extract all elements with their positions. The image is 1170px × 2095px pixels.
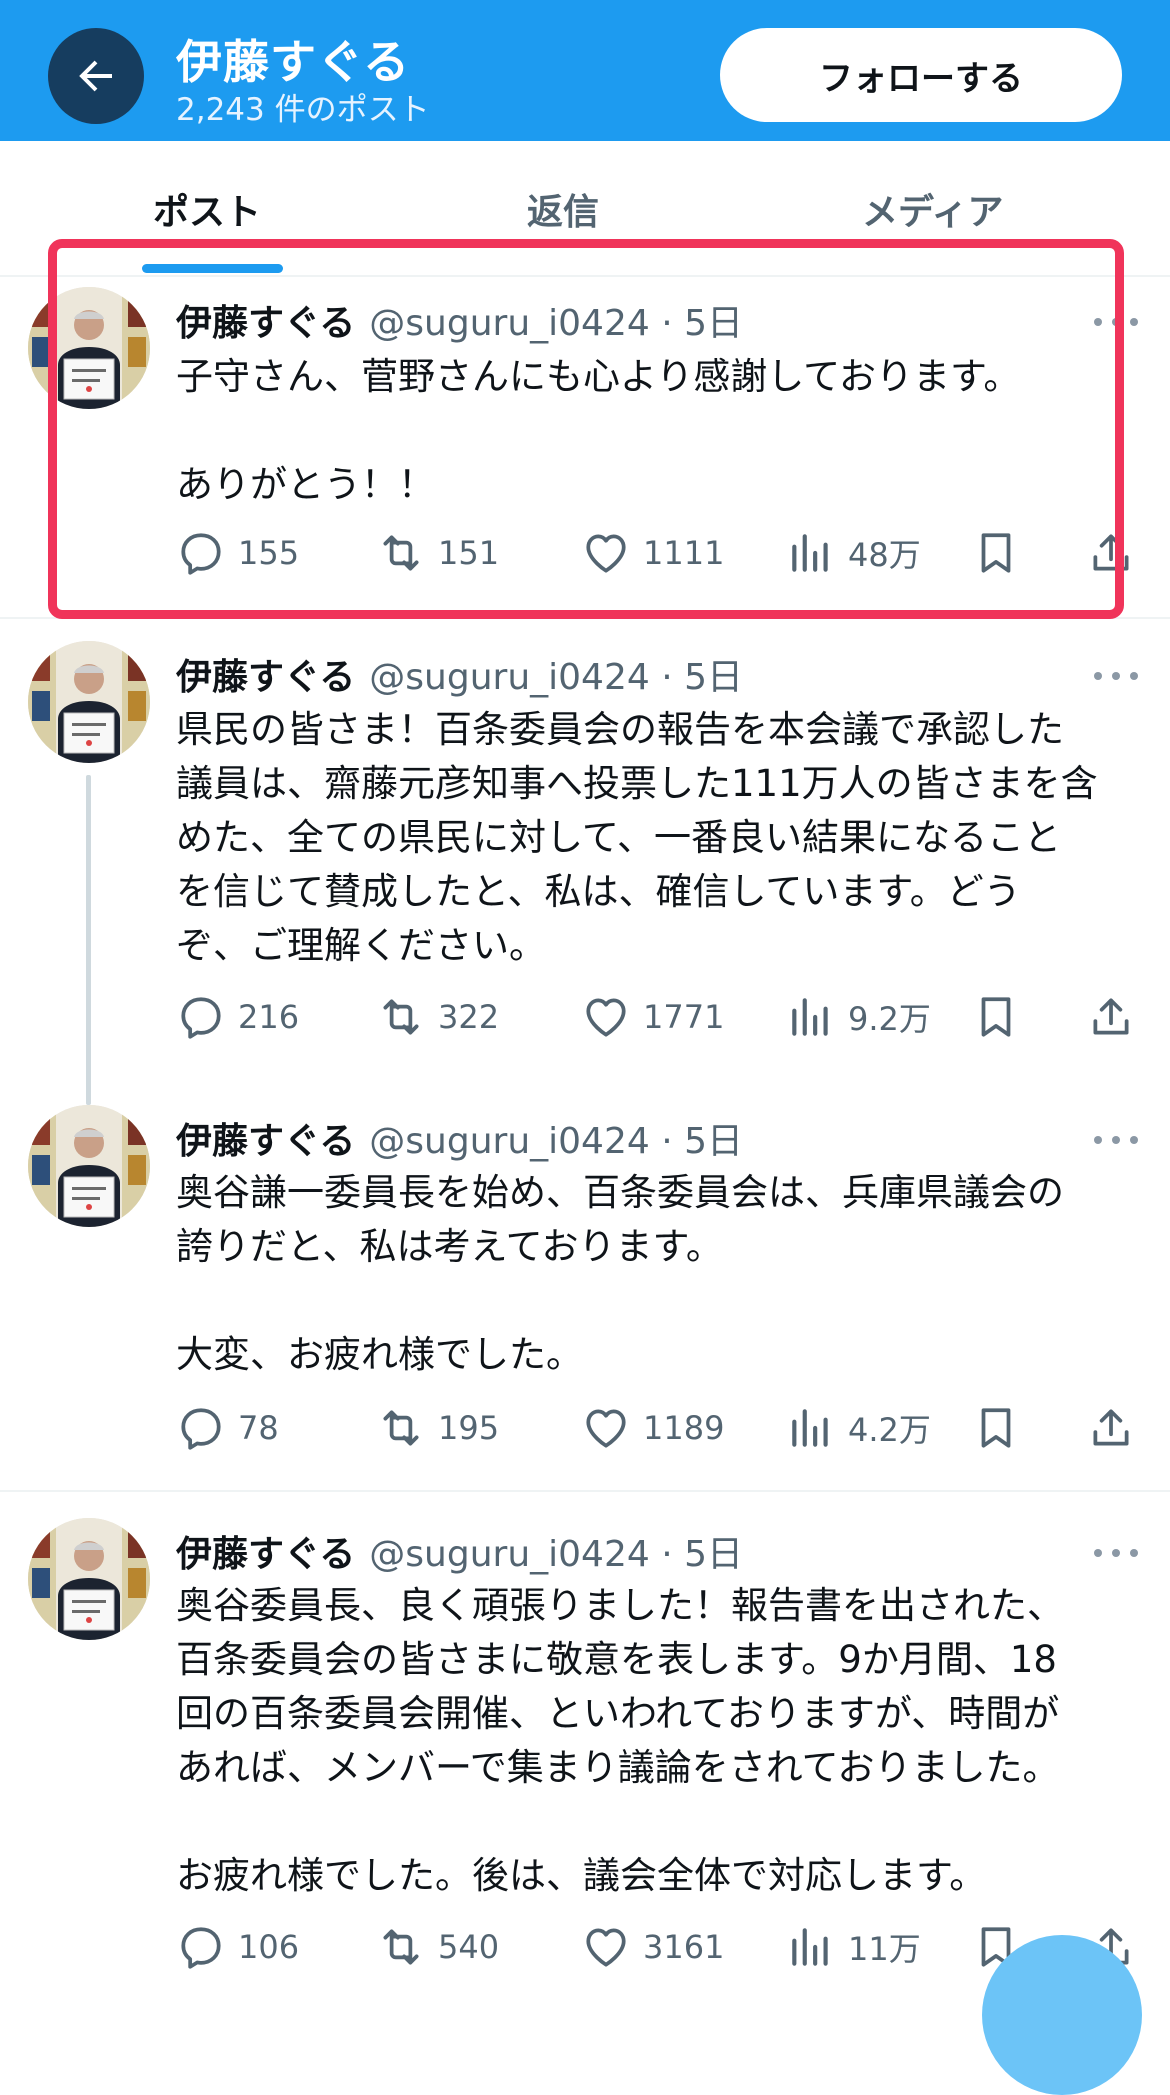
author-handle[interactable]: @suguru_i0424 · 5日 <box>369 657 743 698</box>
like-button[interactable]: 3161 <box>581 1917 724 1977</box>
avatar[interactable] <box>28 1518 150 1640</box>
follow-button[interactable]: フォローする <box>720 28 1122 122</box>
avatar[interactable] <box>28 1105 150 1227</box>
post-meta: 伊藤すぐる @suguru_i0424 · 5日 <box>176 1112 743 1164</box>
compose-button[interactable] <box>982 1935 1142 2095</box>
post-text: 奥谷委員長、良く頑張りました！報告書を出された、 百条委員会の皆さまに敬意を表し… <box>176 1584 1064 1897</box>
reply-count: 216 <box>238 998 300 1036</box>
post-text: 県民の皆さま！百条委員会の報告を本会議で承認した 議員は、齋藤元彦知事へ投票した… <box>176 708 1098 967</box>
repost-button[interactable]: 195 <box>376 1398 499 1458</box>
repost-count: 195 <box>438 1409 500 1447</box>
like-button[interactable]: 1189 <box>581 1398 724 1458</box>
avatar-photo <box>28 1518 150 1640</box>
profile-name: 伊藤すぐる <box>176 35 411 89</box>
reply-button[interactable]: 106 <box>176 1917 299 1977</box>
author-name[interactable]: 伊藤すぐる <box>176 657 355 698</box>
more-options-icon[interactable] <box>1094 1543 1138 1563</box>
post-divider <box>0 1490 1170 1492</box>
more-options-icon[interactable] <box>1094 1130 1138 1150</box>
post-meta: 伊藤すぐる @suguru_i0424 · 5日 <box>176 1525 743 1577</box>
share-button[interactable] <box>1086 987 1136 1047</box>
avatar-photo <box>28 641 150 763</box>
repost-icon <box>383 1410 419 1446</box>
like-icon <box>586 1409 626 1448</box>
views-count: 9.2万 <box>848 1000 931 1038</box>
avatar[interactable] <box>28 641 150 763</box>
views-button[interactable]: 4.2万 <box>786 1398 931 1458</box>
reply-icon <box>181 997 221 1039</box>
post-actions: 216 322 1771 9.2万 <box>176 987 1136 1047</box>
post-meta: 伊藤すぐる @suguru_i0424 · 5日 <box>176 648 743 700</box>
bookmark-icon <box>981 997 1011 1037</box>
repost-icon <box>383 1929 419 1965</box>
highlight-box <box>48 239 1124 619</box>
views-count: 11万 <box>848 1930 921 1968</box>
post-actions: 106 540 3161 11万 <box>176 1917 1136 1977</box>
reply-button[interactable]: 216 <box>176 987 299 1047</box>
post-actions: 78 195 1189 4.2万 <box>176 1398 1136 1458</box>
like-count: 1189 <box>643 1409 725 1447</box>
author-name[interactable]: 伊藤すぐる <box>176 1121 355 1162</box>
like-icon <box>586 998 626 1037</box>
like-count: 1771 <box>643 998 725 1036</box>
views-count: 4.2万 <box>848 1411 931 1449</box>
bookmark-button[interactable] <box>971 987 1021 1047</box>
views-button[interactable]: 9.2万 <box>786 987 931 1047</box>
like-button[interactable]: 1771 <box>581 987 724 1047</box>
share-button[interactable] <box>1086 1398 1136 1458</box>
reply-icon <box>181 1927 221 1969</box>
author-handle[interactable]: @suguru_i0424 · 5日 <box>369 1121 743 1162</box>
more-options-icon[interactable] <box>1094 666 1138 686</box>
share-icon <box>1093 998 1129 1035</box>
author-name[interactable]: 伊藤すぐる <box>176 1534 355 1575</box>
reply-count: 78 <box>238 1409 279 1447</box>
repost-button[interactable]: 540 <box>376 1917 499 1977</box>
views-button[interactable]: 11万 <box>786 1917 921 1977</box>
repost-icon <box>383 999 419 1035</box>
repost-button[interactable]: 322 <box>376 987 499 1047</box>
reply-button[interactable]: 78 <box>176 1398 279 1458</box>
tab-media[interactable]: メディア <box>862 183 1003 235</box>
post-count: 2,243 件のポスト <box>176 92 430 128</box>
back-button[interactable] <box>48 28 144 124</box>
reply-count: 106 <box>238 1928 300 1966</box>
thread-line <box>86 775 91 1105</box>
repost-count: 322 <box>438 998 500 1036</box>
bookmark-button[interactable] <box>971 1398 1021 1458</box>
author-handle[interactable]: @suguru_i0424 · 5日 <box>369 1534 743 1575</box>
avatar-photo <box>28 1105 150 1227</box>
tab-posts[interactable]: ポスト <box>153 183 261 235</box>
bookmark-icon <box>981 1408 1011 1448</box>
arrow-left-icon <box>79 60 112 92</box>
profile-header: 伊藤すぐる 2,243 件のポスト フォローする <box>0 0 1170 141</box>
reply-icon <box>181 1408 221 1450</box>
tab-replies[interactable]: 返信 <box>527 183 599 235</box>
views-icon <box>792 1928 828 1966</box>
views-icon <box>792 1409 828 1447</box>
post-text: 奥谷謙一委員長を始め、百条委員会は、兵庫県議会の 誇りだと、私は考えております。… <box>176 1171 1064 1376</box>
views-icon <box>792 998 828 1036</box>
like-icon <box>586 1928 626 1967</box>
like-count: 3161 <box>643 1928 725 1966</box>
repost-count: 540 <box>438 1928 500 1966</box>
share-icon <box>1093 1409 1129 1446</box>
